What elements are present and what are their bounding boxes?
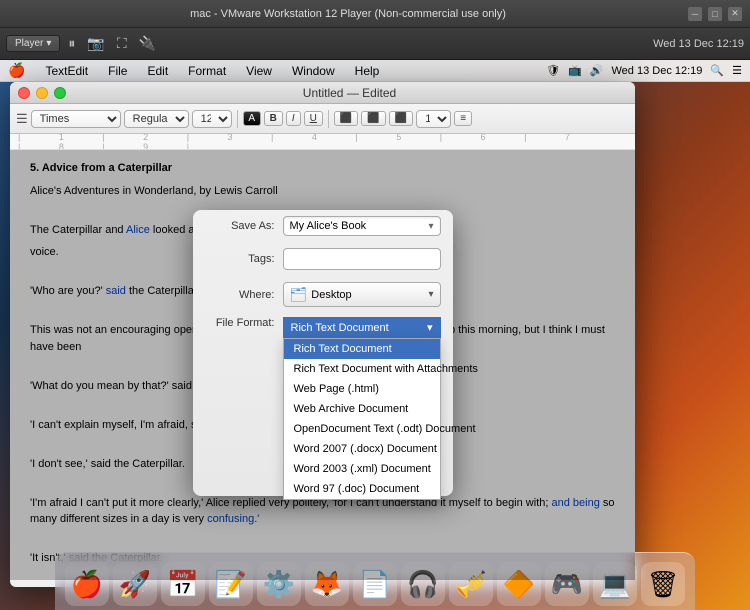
where-label: Where: — [205, 289, 275, 301]
align-center-btn[interactable]: ⬛ — [361, 111, 385, 126]
ruler: | 1 | 2 | 3 | 4 | 5 | 6 | 7 | 8 | 9 | — [10, 134, 635, 150]
mac-menu-right: 🛡 📺 🔊 Wed 13 Dec 12:19 🔍 ☰ — [546, 64, 742, 77]
save-dialog: Save As: My Alice's Book ▾ Tags: Where: — [193, 210, 453, 496]
dock-icon-trash[interactable]: 🗑 — [641, 562, 685, 606]
window-titlebar: Untitled — Edited — [10, 82, 635, 104]
save-as-row: Save As: My Alice's Book ▾ — [193, 210, 453, 242]
vmware-window-controls: ─ □ ✕ — [688, 7, 742, 21]
close-traffic-light[interactable] — [18, 87, 30, 99]
menu-textedit[interactable]: TextEdit — [41, 64, 92, 78]
list-format-btn[interactable]: ≡ — [454, 111, 472, 126]
save-dialog-overlay: Save As: My Alice's Book ▾ Tags: Where: — [10, 150, 635, 580]
format-option-webarchive[interactable]: Web Archive Document — [284, 399, 440, 419]
underline-btn[interactable]: U — [304, 111, 323, 126]
format-dropdown-list: Rich Text Document Rich Text Document wi… — [283, 338, 441, 500]
minimize-traffic-light[interactable] — [36, 87, 48, 99]
vmware-toolbar: Player ▾ ⏸ 📷 ⛶ 🔌 Wed 13 Dec 12:19 — [0, 28, 750, 60]
format-option-docx[interactable]: Word 2007 (.docx) Document — [284, 439, 440, 459]
align-left-btn[interactable]: ⬛ — [334, 111, 358, 126]
vmware-maximize-btn[interactable]: □ — [708, 7, 722, 21]
italic-btn[interactable]: I — [286, 111, 301, 126]
format-option-rtfd[interactable]: Rich Text Document with Attachments — [284, 359, 440, 379]
where-select[interactable]: 🗂 Desktop ▾ — [283, 282, 441, 307]
vmware-fullscreen-icon[interactable]: ⛶ — [113, 33, 131, 54]
font-family-select[interactable]: Times — [31, 110, 121, 128]
menu-file[interactable]: File — [104, 64, 131, 78]
menu-view[interactable]: View — [242, 64, 276, 78]
tags-row: Tags: — [193, 242, 453, 276]
player-menu-btn[interactable]: Player ▾ — [6, 35, 60, 52]
textedit-window: Untitled — Edited ☰ Times Regular 12 A B… — [10, 82, 635, 587]
save-as-label: Save As: — [205, 220, 275, 232]
bold-btn[interactable]: B — [264, 111, 283, 126]
vmware-minimize-btn[interactable]: ─ — [688, 7, 702, 21]
format-dropdown-header[interactable]: Rich Text Document ▾ — [283, 317, 441, 338]
format-option-html[interactable]: Web Page (.html) — [284, 379, 440, 399]
tags-label: Tags: — [205, 253, 275, 265]
align-right-btn[interactable]: ⬛ — [389, 111, 413, 126]
vmware-usb-icon[interactable]: 🔌 — [135, 33, 160, 54]
format-chevron-icon: ▾ — [427, 321, 433, 334]
where-chevron-icon: ▾ — [428, 289, 433, 300]
menu-format[interactable]: Format — [184, 64, 230, 78]
where-value: Desktop — [311, 289, 351, 301]
antivirus-icon: 🛡 — [546, 64, 560, 77]
volume-icon: 🔊 — [590, 64, 604, 77]
save-as-chevron-icon: ▾ — [428, 221, 433, 232]
selected-format-label: Rich Text Document — [291, 322, 389, 334]
apple-menu-icon[interactable]: 🍎 — [8, 62, 25, 79]
datetime-display: Wed 13 Dec 12:19 — [612, 65, 703, 77]
format-option-rtf[interactable]: Rich Text Document — [284, 339, 440, 359]
display-icon: 📺 — [568, 64, 582, 77]
format-dropdown-container: Rich Text Document ▾ Rich Text Document … — [283, 317, 441, 338]
window-toolbar: ☰ Times Regular 12 A B I U ⬛ ⬛ ⬛ 1.0 ≡ — [10, 104, 635, 134]
vmware-title-text: mac - VMware Workstation 12 Player (Non-… — [8, 8, 688, 20]
list-icon[interactable]: ☰ — [732, 64, 742, 77]
vmware-snap-icon[interactable]: 📷 — [83, 33, 108, 54]
vmware-close-btn[interactable]: ✕ — [728, 7, 742, 21]
toolbar-sep-1 — [237, 110, 238, 128]
vmware-pause-icon[interactable]: ⏸ — [64, 33, 79, 54]
folder-icon: 🗂 — [290, 286, 308, 303]
save-as-input[interactable]: My Alice's Book ▾ — [283, 216, 441, 236]
menu-window[interactable]: Window — [288, 64, 339, 78]
player-label: Player — [15, 38, 43, 49]
format-option-doc[interactable]: Word 97 (.doc) Document — [284, 479, 440, 499]
font-style-select[interactable]: Regular — [124, 110, 189, 128]
ruler-marks: | 1 | 2 | 3 | 4 | 5 | 6 | 7 | 8 | 9 | — [18, 134, 627, 150]
mac-menubar: 🍎 TextEdit File Edit Format View Window … — [0, 60, 750, 82]
line-spacing-select[interactable]: 1.0 — [416, 110, 451, 128]
maximize-traffic-light[interactable] — [54, 87, 66, 99]
color-btn[interactable]: A — [243, 111, 261, 126]
vmware-titlebar: mac - VMware Workstation 12 Player (Non-… — [0, 0, 750, 28]
mac-desktop: 🍎 TextEdit File Edit Format View Window … — [0, 60, 750, 610]
vmware-sysnav: Wed 13 Dec 12:19 — [653, 38, 744, 50]
vmware-datetime: Wed 13 Dec 12:19 — [653, 38, 744, 50]
toolbar-list-icon[interactable]: ☰ — [16, 111, 28, 127]
toolbar-sep-2 — [328, 110, 329, 128]
menu-help[interactable]: Help — [351, 64, 384, 78]
tags-input[interactable] — [283, 248, 441, 270]
format-option-odt[interactable]: OpenDocument Text (.odt) Document — [284, 419, 440, 439]
window-title: Untitled — Edited — [72, 86, 627, 100]
font-size-select[interactable]: 12 — [192, 110, 232, 128]
format-option-xml[interactable]: Word 2003 (.xml) Document — [284, 459, 440, 479]
content-area: 5. Advice from a Caterpillar Alice's Adv… — [10, 150, 635, 580]
menu-edit[interactable]: Edit — [143, 64, 172, 78]
file-format-label: File Format: — [205, 317, 275, 329]
search-icon[interactable]: 🔍 — [710, 64, 724, 77]
file-format-row: File Format: Rich Text Document ▾ Rich T… — [193, 313, 453, 338]
player-chevron-icon: ▾ — [46, 38, 51, 49]
where-row: Where: 🗂 Desktop ▾ — [193, 276, 453, 313]
save-as-value: My Alice's Book — [290, 220, 367, 232]
